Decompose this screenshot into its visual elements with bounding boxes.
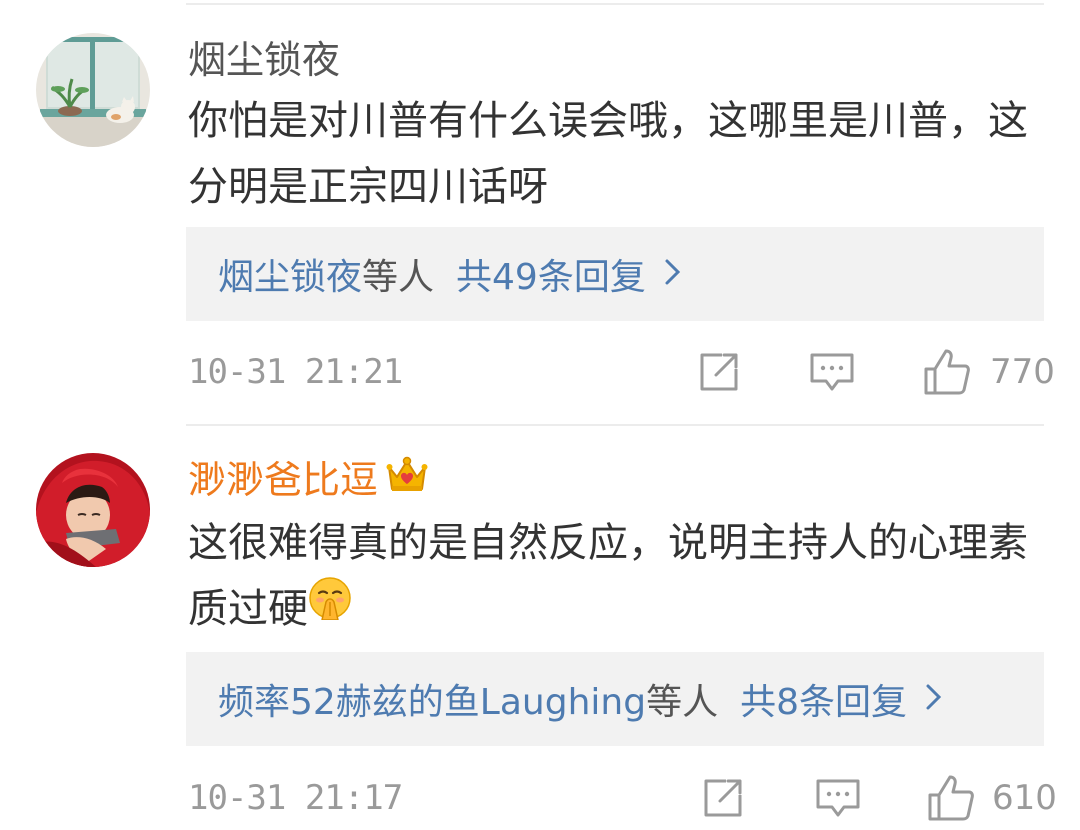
divider <box>186 424 1044 426</box>
like-icon[interactable] <box>922 347 972 401</box>
comment-icon[interactable] <box>808 349 856 399</box>
avatar[interactable] <box>36 33 150 147</box>
reply-count[interactable]: 共8条回复 <box>740 673 907 725</box>
reply-users[interactable]: 频率52赫兹的鱼Laughing <box>218 673 646 725</box>
username[interactable]: 烟尘锁夜 <box>188 37 340 83</box>
avatar[interactable] <box>36 453 150 567</box>
chevron-right-icon <box>925 679 943 720</box>
username-text[interactable]: 渺渺爸比逗 <box>188 458 378 502</box>
reply-summary[interactable]: 烟尘锁夜 等人 共49条回复 <box>186 227 1044 321</box>
divider-top <box>186 3 1044 5</box>
share-icon[interactable] <box>696 349 742 399</box>
reply-users[interactable]: 烟尘锁夜 <box>218 248 362 300</box>
crown-icon <box>386 455 428 505</box>
red-hood-child-avatar-icon <box>36 453 150 567</box>
reply-suffix: 等人 <box>646 682 719 723</box>
like-icon[interactable] <box>926 773 976 827</box>
like-count: 610 <box>992 778 1057 818</box>
shushing-face-emoji-icon <box>308 574 352 640</box>
comment-text: 这很难得真的是自然反应，说明主持人的心理素质过硬 <box>188 510 1048 642</box>
username[interactable]: 渺渺爸比逗 <box>188 455 428 505</box>
share-icon[interactable] <box>700 775 746 825</box>
reply-suffix: 等人 <box>362 257 435 298</box>
timestamp: 10-31 21:21 <box>188 352 403 392</box>
comment-meta: 10-31 21:21 770 <box>186 347 1055 399</box>
like-count: 770 <box>990 352 1055 392</box>
comment-icon[interactable] <box>814 775 862 825</box>
reply-count[interactable]: 共49条回复 <box>456 248 646 300</box>
window-cat-avatar-icon <box>36 33 150 147</box>
reply-summary[interactable]: 频率52赫兹的鱼Laughing 等人 共8条回复 <box>186 652 1044 746</box>
chevron-right-icon <box>664 254 682 295</box>
timestamp: 10-31 21:17 <box>188 778 403 818</box>
comment-meta: 10-31 21:17 610 <box>186 773 1057 825</box>
comment-text: 你怕是对川普有什么误会哦，这哪里是川普，这分明是正宗四川话呀 <box>188 98 1028 210</box>
